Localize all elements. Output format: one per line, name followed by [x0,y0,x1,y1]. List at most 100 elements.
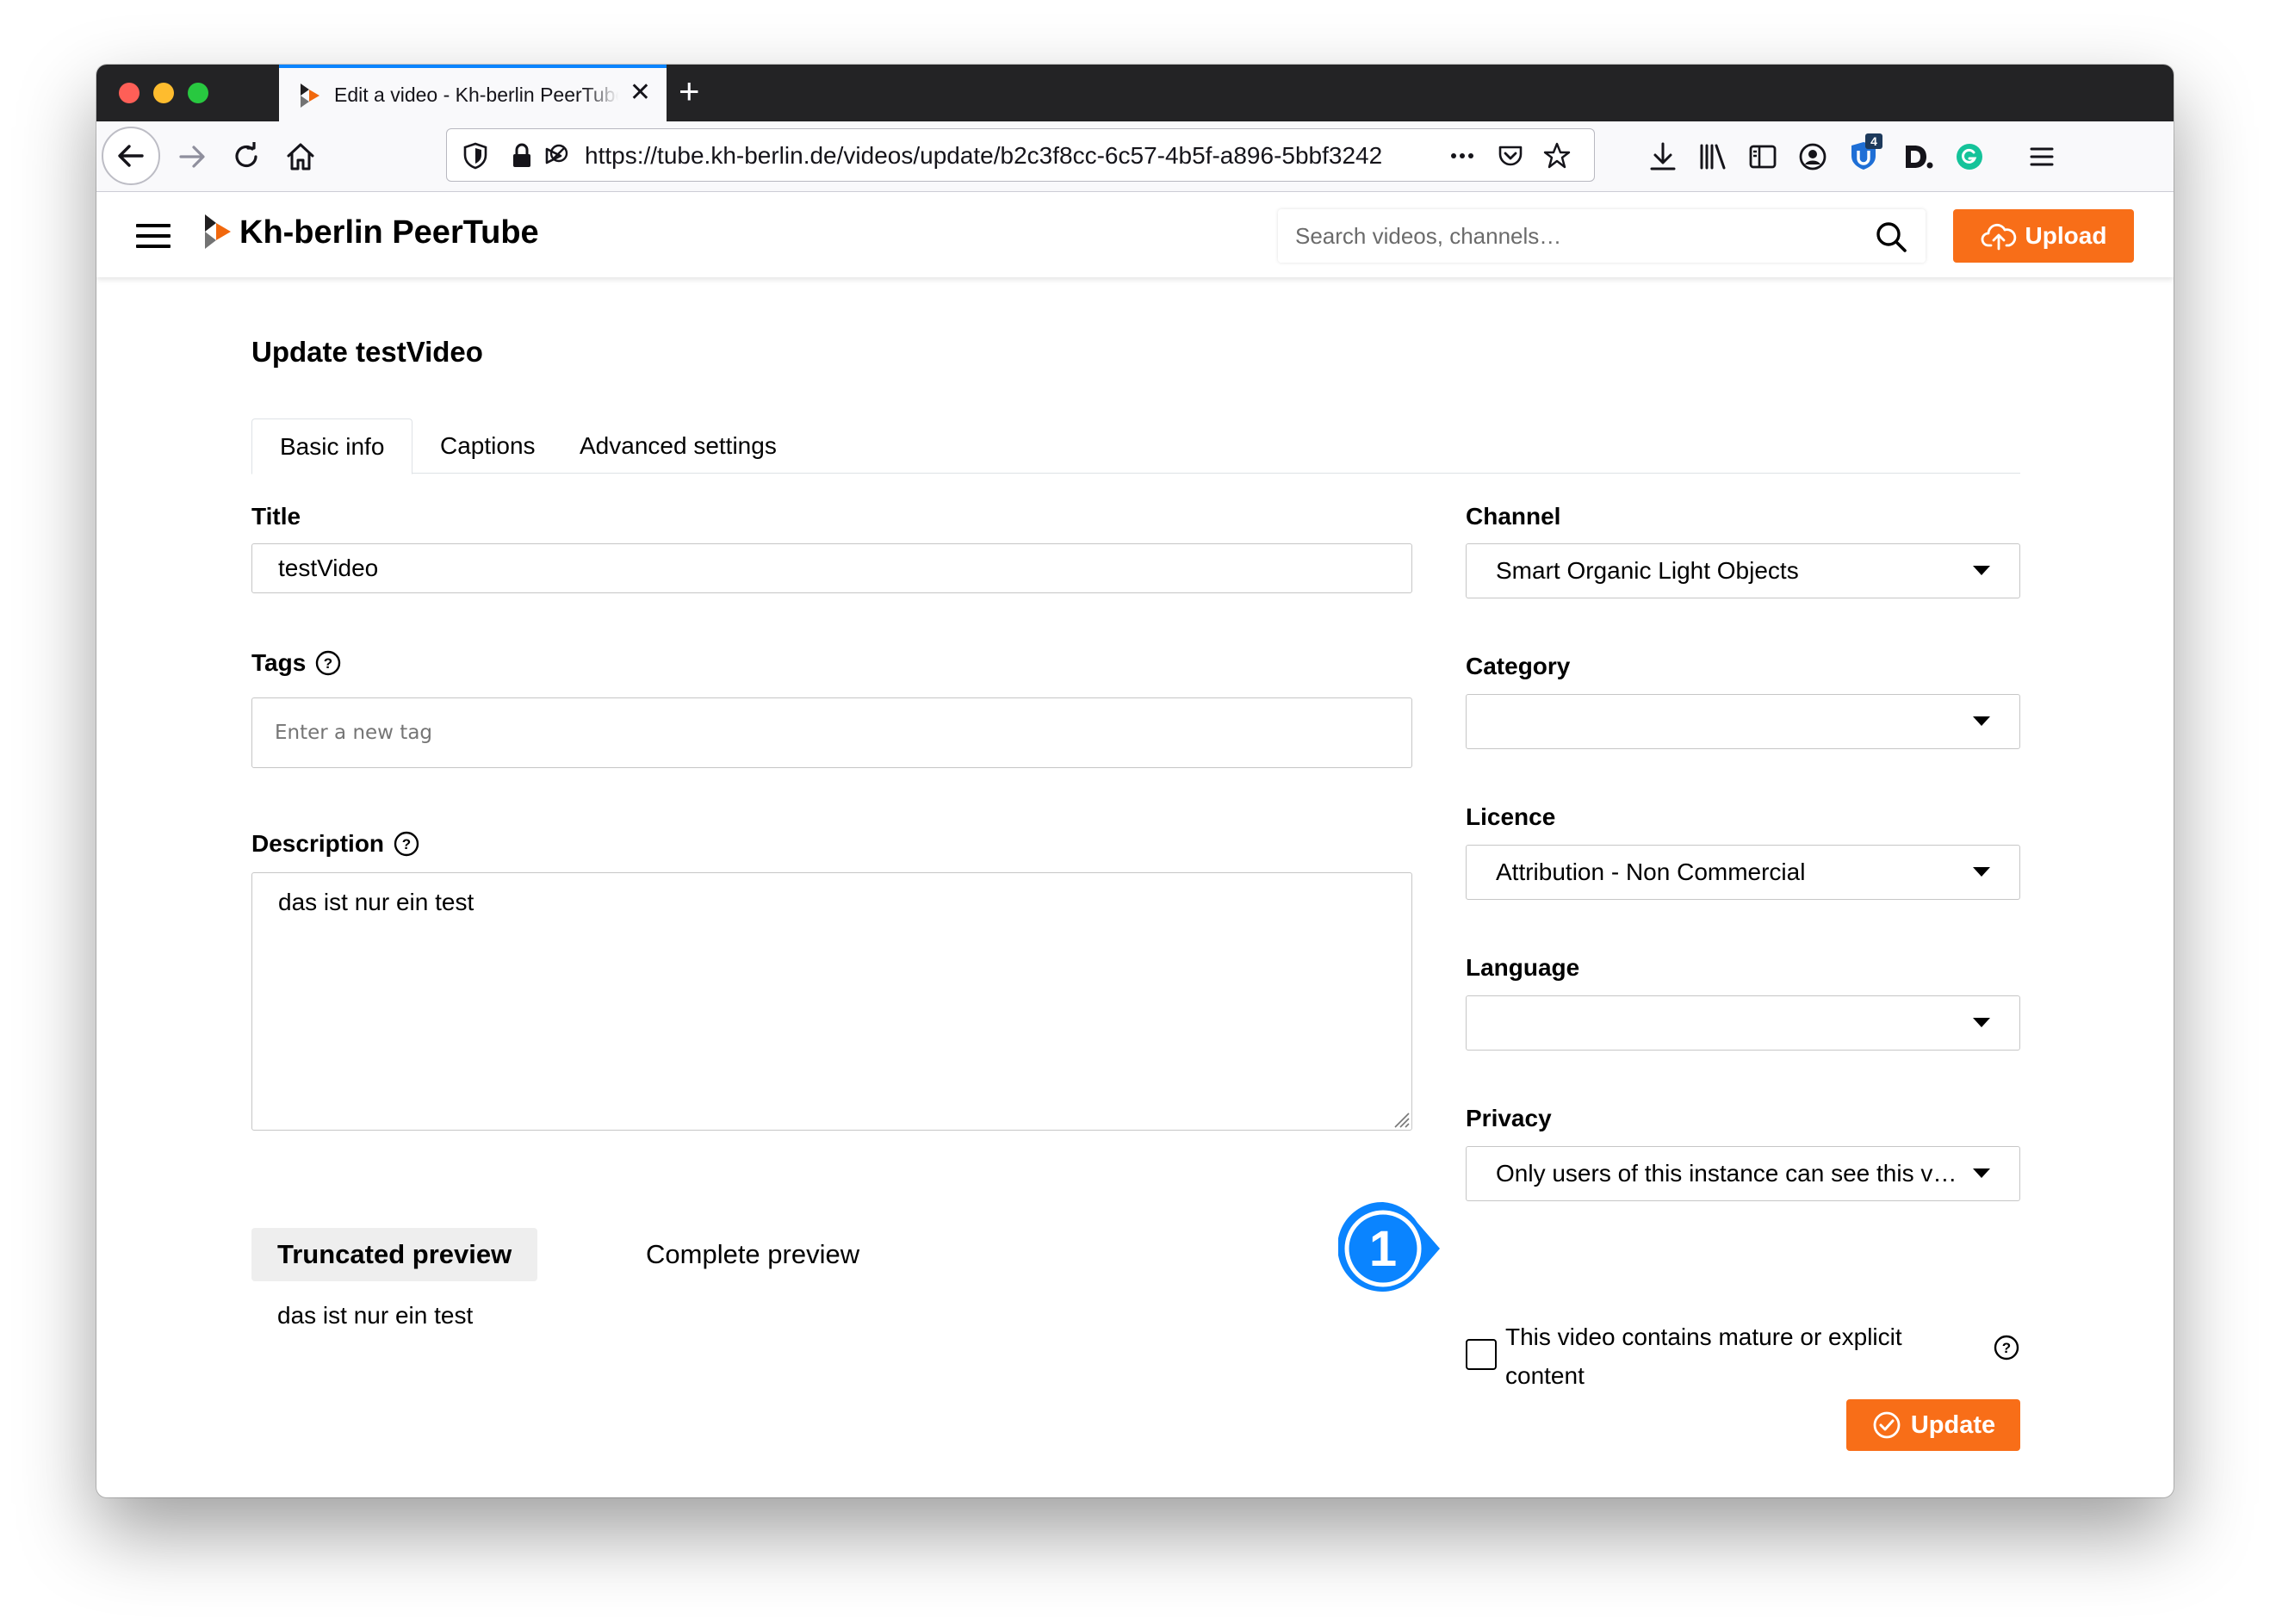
description-label-text: Description [251,830,385,857]
title-label: Title [251,503,301,530]
tab-basic-info[interactable]: Basic info [251,418,413,474]
url-bar[interactable]: https://tube.kh-berlin.de/videos/update/… [446,128,1595,182]
library-icon[interactable] [1696,140,1729,173]
svg-text:?: ? [2002,1340,2011,1356]
upload-button[interactable]: Upload [1953,209,2134,263]
category-label: Category [1466,653,1570,680]
peertube-favicon-icon [301,84,319,108]
back-button[interactable] [102,127,160,185]
channel-select[interactable]: Smart Organic Light Objects [1466,543,2020,598]
category-label-text: Category [1466,653,1571,679]
category-select[interactable] [1466,694,2020,749]
mature-content-label[interactable]: This video contains mature or explicit c… [1505,1317,1953,1395]
tags-help-icon[interactable]: ? [314,649,342,677]
privacy-value: Only users of this instance can see this… [1496,1160,1961,1187]
language-label-text: Language [1466,954,1580,981]
sidebar-icon[interactable] [1746,140,1779,173]
page-title: Update testVideo [251,336,483,368]
new-tab-button[interactable]: + [679,71,700,111]
licence-select[interactable]: Attribution - Non Commercial [1466,845,2020,900]
mature-help-icon[interactable]: ? [1993,1334,2020,1361]
description-text: das ist nur ein test [278,889,474,915]
tab-title: Edit a video - Kh-berlin PeerTube [334,83,618,106]
licence-label: Licence [1466,803,1555,831]
tab-complete-preview[interactable]: Complete preview [620,1228,885,1281]
update-button[interactable]: Update [1846,1399,2020,1451]
lock-icon[interactable] [507,141,536,170]
chevron-down-icon [1973,1168,1990,1178]
reload-icon [235,142,257,168]
chevron-down-icon [1973,716,1990,726]
browser-window: Edit a video - Kh-berlin PeerTube ✕ + ht… [96,65,2174,1497]
extension-badge: 4 [1870,134,1877,148]
privacy-select[interactable]: Only users of this instance can see this… [1466,1146,2020,1201]
reload-button[interactable] [221,132,271,182]
navigation-toolbar: https://tube.kh-berlin.de/videos/update/… [96,121,2174,192]
description-preview: das ist nur ein test [277,1302,474,1329]
search-icon[interactable] [1874,220,1908,254]
site-brand[interactable]: Kh-berlin PeerTube [239,214,539,251]
browser-tab[interactable]: Edit a video - Kh-berlin PeerTube ✕ [279,65,667,121]
close-window-button[interactable] [119,83,140,103]
arrow-left-icon [118,145,144,167]
tab-advanced-settings[interactable]: Advanced settings [552,418,804,474]
language-label: Language [1466,954,1579,982]
video-edit-page: Update testVideo Basic info Captions Adv… [96,277,2174,1497]
description-label: Description ? [251,830,420,858]
app-menu-icon[interactable] [2025,140,2058,173]
mature-content-checkbox[interactable] [1466,1339,1497,1370]
upload-label: Upload [2025,222,2107,249]
url-text[interactable]: https://tube.kh-berlin.de/videos/update/… [585,142,1446,170]
check-circle-icon [1873,1411,1901,1439]
language-select[interactable] [1466,995,2020,1051]
download-icon[interactable] [1647,140,1679,173]
chevron-down-icon [1973,867,1990,877]
shield-icon[interactable] [461,141,490,170]
minimize-window-button[interactable] [153,83,174,103]
tags-label-text: Tags [251,649,307,676]
zoom-window-button[interactable] [188,83,208,103]
chevron-down-icon [1973,566,1990,575]
resize-handle-icon[interactable] [1391,1109,1410,1128]
grammarly-icon[interactable] [1953,140,1986,173]
ublock-extension-icon[interactable]: 4 [1846,133,1884,173]
licence-label-text: Licence [1466,803,1556,830]
channel-label-text: Channel [1466,503,1561,530]
home-button[interactable] [276,132,326,182]
d-extension-icon[interactable] [1901,140,1934,173]
description-help-icon[interactable]: ? [393,830,420,858]
menu-toggle-icon[interactable] [136,224,171,248]
privacy-label: Privacy [1466,1105,1552,1132]
annotation-number: 1 [1368,1220,1398,1277]
tab-captions[interactable]: Captions [412,418,563,474]
privacy-label-text: Privacy [1466,1105,1552,1131]
home-icon [287,143,314,170]
description-textarea[interactable]: das ist nur ein test [251,872,1412,1131]
chevron-down-icon [1973,1018,1990,1027]
edit-tabs: Basic info Captions Advanced settings [251,418,2020,474]
licence-value: Attribution - Non Commercial [1496,858,1806,885]
svg-text:?: ? [402,836,411,852]
tab-strip: Edit a video - Kh-berlin PeerTube ✕ + [96,65,2174,121]
autoplay-blocked-icon[interactable] [540,141,569,170]
tab-truncated-preview[interactable]: Truncated preview [251,1228,538,1281]
update-label: Update [1910,1410,1996,1439]
pocket-icon[interactable] [1496,141,1525,170]
search-box[interactable] [1278,209,1926,263]
tags-label: Tags ? [251,649,342,677]
peertube-logo-icon[interactable] [200,213,234,251]
channel-label: Channel [1466,503,1560,530]
cloud-upload-icon [1981,223,2016,251]
arrow-right-icon [179,146,205,168]
title-input[interactable] [251,543,1412,593]
channel-value: Smart Organic Light Objects [1496,557,1799,584]
site-header: Kh-berlin PeerTube Upload [96,192,2174,277]
tags-input[interactable] [251,697,1412,768]
more-actions-icon[interactable] [1448,141,1477,170]
search-input[interactable] [1295,209,1846,263]
bookmark-star-icon[interactable] [1542,141,1572,170]
account-icon[interactable] [1796,140,1829,173]
title-label-text: Title [251,503,301,530]
forward-button[interactable] [167,132,217,182]
tab-close-icon[interactable]: ✕ [630,80,651,106]
